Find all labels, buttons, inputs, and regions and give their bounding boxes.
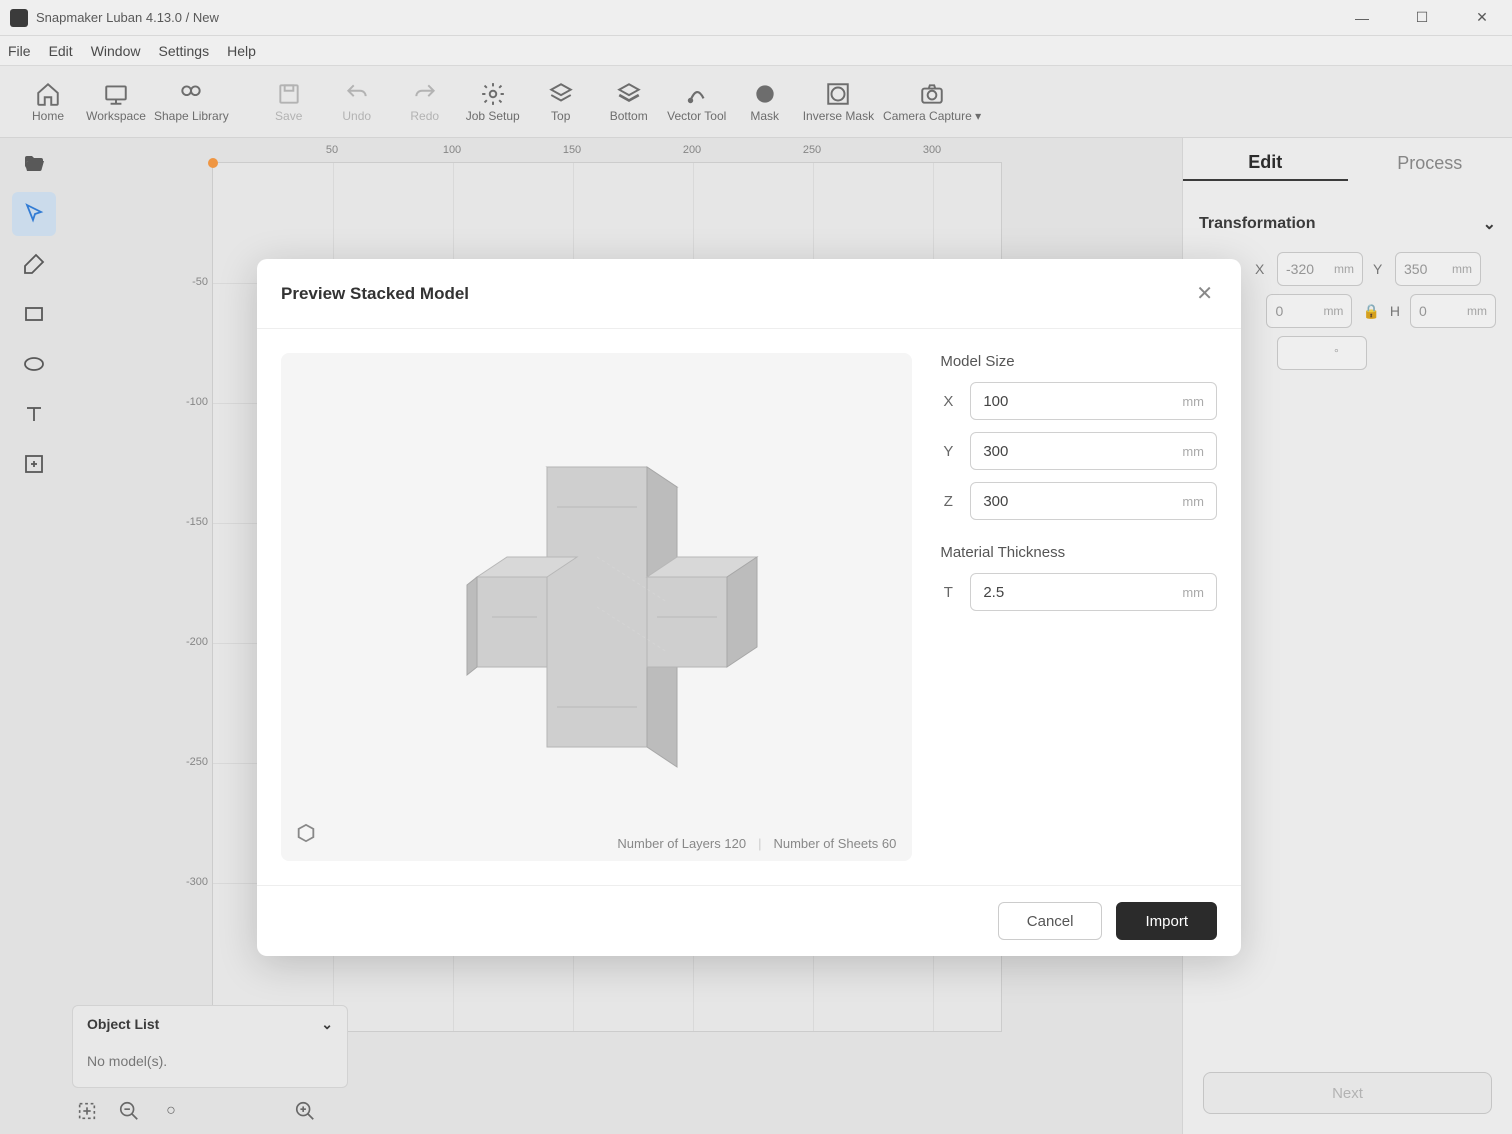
model-y-input[interactable]: mm bbox=[970, 432, 1217, 470]
cancel-button[interactable]: Cancel bbox=[998, 902, 1103, 940]
thickness-input[interactable]: mm bbox=[970, 573, 1217, 611]
import-button[interactable]: Import bbox=[1116, 902, 1217, 940]
modal-backdrop: Preview Stacked Model ✕ bbox=[0, 0, 1512, 1134]
sheets-stat: Number of Sheets 60 bbox=[773, 836, 896, 851]
model-preview-shape bbox=[407, 407, 787, 807]
t-axis-label: T bbox=[940, 584, 956, 601]
model-preview-viewport[interactable]: Number of Layers 120 | Number of Sheets … bbox=[281, 353, 912, 861]
x-axis-label: X bbox=[940, 393, 956, 410]
thickness-row: T mm bbox=[940, 573, 1217, 611]
model-z-input[interactable]: mm bbox=[970, 482, 1217, 520]
y-axis-label: Y bbox=[940, 443, 956, 460]
preview-stats: Number of Layers 120 | Number of Sheets … bbox=[617, 836, 896, 851]
modal-close-button[interactable]: ✕ bbox=[1192, 277, 1217, 310]
modal-header: Preview Stacked Model ✕ bbox=[257, 259, 1241, 329]
modal-title: Preview Stacked Model bbox=[281, 284, 469, 304]
model-z-row: Z mm bbox=[940, 482, 1217, 520]
z-axis-label: Z bbox=[940, 493, 956, 510]
modal-parameters: Model Size X mm Y mm Z mm Material Thick… bbox=[940, 353, 1217, 861]
material-thickness-heading: Material Thickness bbox=[940, 544, 1217, 561]
model-x-row: X mm bbox=[940, 382, 1217, 420]
model-y-row: Y mm bbox=[940, 432, 1217, 470]
modal-footer: Cancel Import bbox=[257, 885, 1241, 956]
model-x-input[interactable]: mm bbox=[970, 382, 1217, 420]
layers-stat: Number of Layers 120 bbox=[617, 836, 746, 851]
model-size-heading: Model Size bbox=[940, 353, 1217, 370]
preview-stacked-model-dialog: Preview Stacked Model ✕ bbox=[257, 259, 1241, 956]
cube-icon[interactable] bbox=[295, 822, 317, 849]
modal-body: Number of Layers 120 | Number of Sheets … bbox=[257, 329, 1241, 885]
